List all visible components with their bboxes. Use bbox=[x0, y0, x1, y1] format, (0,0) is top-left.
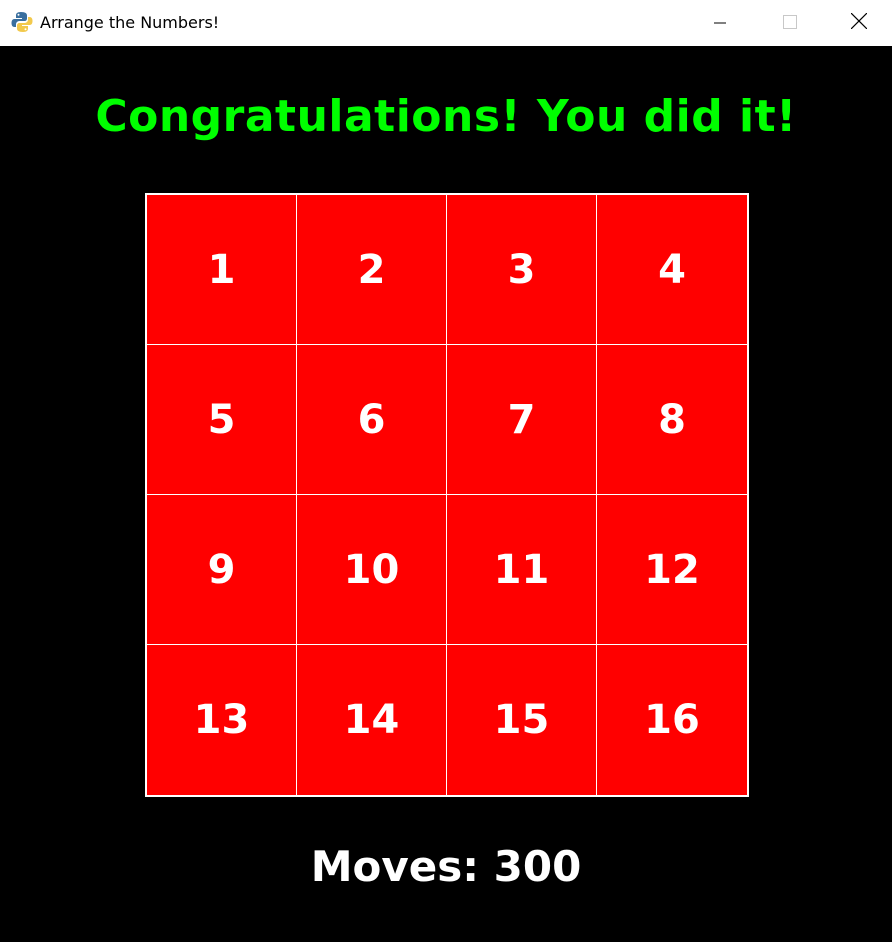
window-title: Arrange the Numbers! bbox=[40, 13, 220, 32]
congratulations-message: Congratulations! You did it! bbox=[95, 91, 797, 142]
maximize-icon bbox=[783, 14, 797, 33]
moves-label: Moves: bbox=[310, 842, 479, 891]
puzzle-tile[interactable]: 5 bbox=[147, 345, 297, 495]
python-snake-icon bbox=[10, 10, 34, 34]
puzzle-tile[interactable]: 4 bbox=[597, 195, 747, 345]
puzzle-tile[interactable]: 14 bbox=[297, 645, 447, 795]
puzzle-tile[interactable]: 6 bbox=[297, 345, 447, 495]
minimize-icon bbox=[714, 14, 726, 33]
minimize-button[interactable] bbox=[685, 0, 755, 46]
moves-value: 300 bbox=[493, 842, 582, 891]
puzzle-tile[interactable]: 15 bbox=[447, 645, 597, 795]
maximize-button[interactable] bbox=[755, 0, 825, 46]
game-window: Arrange the Numbers! Congratulations! Yo… bbox=[0, 0, 892, 942]
puzzle-tile[interactable]: 2 bbox=[297, 195, 447, 345]
puzzle-tile[interactable]: 10 bbox=[297, 495, 447, 645]
puzzle-tile[interactable]: 12 bbox=[597, 495, 747, 645]
puzzle-tile[interactable]: 9 bbox=[147, 495, 297, 645]
puzzle-tile[interactable]: 7 bbox=[447, 345, 597, 495]
puzzle-tile[interactable]: 16 bbox=[597, 645, 747, 795]
puzzle-tile[interactable]: 13 bbox=[147, 645, 297, 795]
puzzle-tile[interactable]: 3 bbox=[447, 195, 597, 345]
puzzle-board: 1 2 3 4 5 6 7 8 9 10 11 12 13 14 15 16 bbox=[145, 193, 749, 797]
close-button[interactable] bbox=[824, 0, 892, 46]
puzzle-tile[interactable]: 1 bbox=[147, 195, 297, 345]
game-canvas[interactable]: Congratulations! You did it! 1 2 3 4 5 6 7 8 9 10… bbox=[0, 46, 892, 942]
title-bar[interactable]: Arrange the Numbers! bbox=[0, 0, 892, 46]
puzzle-tile[interactable]: 8 bbox=[597, 345, 747, 495]
close-icon bbox=[850, 12, 868, 33]
moves-counter: Moves: 300 bbox=[0, 840, 892, 894]
puzzle-tile[interactable]: 11 bbox=[447, 495, 597, 645]
